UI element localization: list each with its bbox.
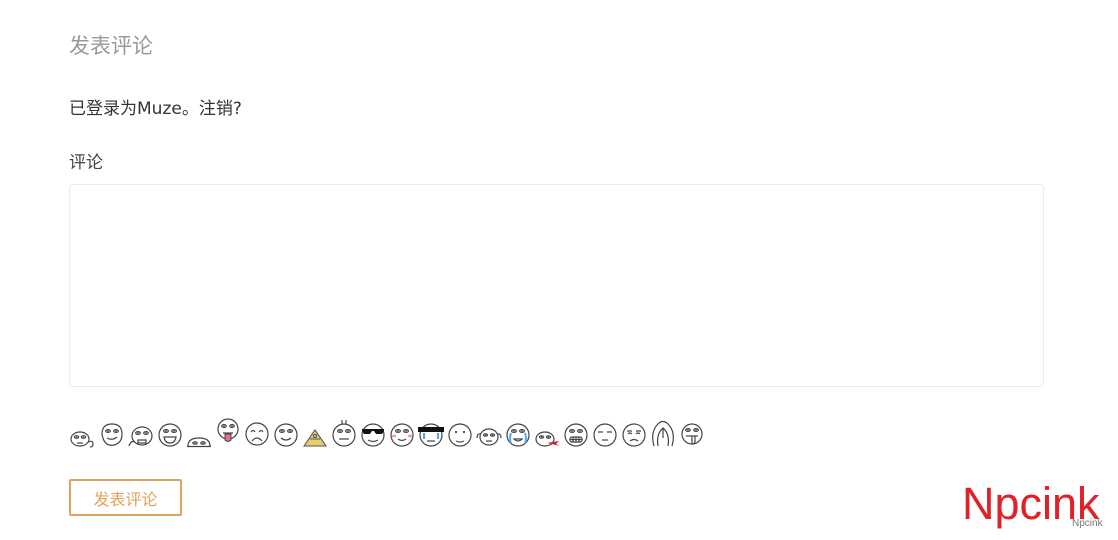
emoji-17-icon[interactable] — [533, 416, 561, 448]
emoji-bar — [69, 416, 706, 448]
watermark: Npcink Npcink — [962, 478, 1112, 538]
submit-comment-button[interactable]: 发表评论 — [69, 479, 182, 516]
emoji-15-icon[interactable] — [475, 416, 503, 448]
emoji-6-icon[interactable] — [214, 416, 242, 448]
emoji-18-icon[interactable] — [562, 416, 590, 448]
emoji-7-icon[interactable] — [243, 416, 271, 448]
emoji-3-icon[interactable] — [127, 416, 155, 448]
username-link[interactable]: Muze — [137, 99, 182, 119]
emoji-2-icon[interactable] — [98, 416, 126, 448]
comment-textarea[interactable] — [69, 184, 1044, 387]
emoji-22-icon[interactable] — [678, 416, 706, 448]
emoji-9-icon[interactable] — [301, 416, 329, 448]
emoji-14-icon[interactable] — [446, 416, 474, 448]
emoji-4-icon[interactable] — [156, 416, 184, 448]
comment-label: 评论 — [69, 153, 103, 173]
emoji-21-icon[interactable] — [649, 416, 677, 448]
emoji-16-icon[interactable] — [504, 416, 532, 448]
logout-link[interactable]: 注销? — [199, 99, 242, 119]
watermark-caption: Npcink — [1072, 518, 1103, 529]
emoji-20-icon[interactable] — [620, 416, 648, 448]
logged-in-prefix: 已登录为 — [69, 99, 137, 119]
emoji-1-icon[interactable] — [69, 416, 97, 448]
emoji-8-icon[interactable] — [272, 416, 300, 448]
logged-in-status: 已登录为Muze。注销? — [69, 96, 242, 122]
emoji-10-icon[interactable] — [330, 416, 358, 448]
separator: 。 — [181, 99, 199, 119]
form-title: 发表评论 — [69, 34, 153, 58]
emoji-19-icon[interactable] — [591, 416, 619, 448]
emoji-5-icon[interactable] — [185, 416, 213, 448]
emoji-13-icon[interactable] — [417, 416, 445, 448]
emoji-11-icon[interactable] — [359, 416, 387, 448]
emoji-12-icon[interactable] — [388, 416, 416, 448]
